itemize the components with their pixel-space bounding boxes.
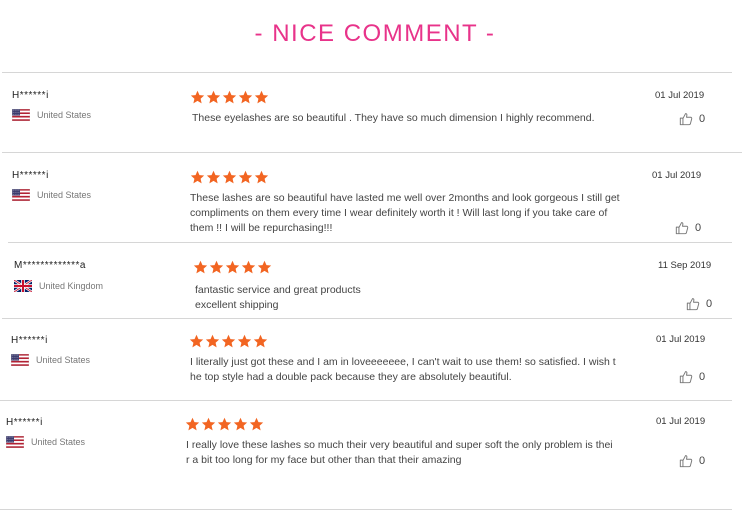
like-button[interactable]: 0 bbox=[679, 112, 705, 126]
reviewer-name: M*************a bbox=[14, 260, 86, 271]
star-rating bbox=[190, 90, 269, 105]
star-icon bbox=[201, 417, 216, 431]
like-count: 0 bbox=[695, 222, 702, 234]
reviewer-name: H******i bbox=[6, 417, 43, 428]
us-flag-icon bbox=[11, 354, 29, 366]
thumbs-up-icon bbox=[675, 222, 689, 235]
review-item: H******i United States These lashes are … bbox=[2, 152, 742, 243]
reviewer-country: United States bbox=[31, 437, 86, 447]
star-icon bbox=[233, 417, 248, 431]
thumbs-up-icon bbox=[679, 455, 693, 468]
star-rating bbox=[190, 170, 269, 185]
thumbs-up-icon bbox=[679, 113, 693, 126]
review-item: H******i United States These eyelashes a… bbox=[2, 72, 732, 153]
like-count: 0 bbox=[699, 371, 706, 383]
review-text: fantastic service and great products exc… bbox=[195, 284, 361, 311]
star-rating bbox=[189, 334, 268, 349]
review-date: 11 Sep 2019 bbox=[658, 260, 712, 271]
star-icon bbox=[241, 260, 256, 274]
star-icon bbox=[237, 334, 252, 348]
like-count: 0 bbox=[699, 455, 706, 467]
star-icon bbox=[253, 334, 268, 348]
reviewer-country: United States bbox=[37, 110, 92, 120]
section-title: - NICE COMMENT - bbox=[254, 20, 496, 47]
star-icon bbox=[225, 260, 240, 274]
thumbs-up-icon bbox=[686, 298, 700, 311]
thumbs-up-icon bbox=[679, 371, 693, 384]
review-date: 01 Jul 2019 bbox=[652, 170, 702, 181]
star-icon bbox=[209, 260, 224, 274]
star-icon bbox=[190, 90, 205, 104]
us-flag-icon bbox=[12, 189, 30, 201]
review-text: These eyelashes are so beautiful . They … bbox=[192, 112, 595, 124]
reviewer-country: United States bbox=[37, 190, 92, 200]
like-count: 0 bbox=[699, 113, 706, 125]
star-icon bbox=[205, 334, 220, 348]
reviewer-country: United Kingdom bbox=[39, 281, 104, 291]
star-rating bbox=[193, 260, 272, 275]
star-icon bbox=[193, 260, 208, 274]
review-text: These lashes are so beautiful have laste… bbox=[190, 192, 620, 234]
star-icon bbox=[249, 417, 264, 431]
like-button[interactable]: 0 bbox=[686, 297, 712, 311]
uk-flag-icon bbox=[14, 280, 32, 292]
like-button[interactable]: 0 bbox=[679, 370, 705, 384]
star-icon bbox=[222, 90, 237, 104]
review-item: M*************a United Kingdom fantastic… bbox=[8, 242, 732, 319]
like-button[interactable]: 0 bbox=[675, 221, 701, 235]
star-icon bbox=[217, 417, 232, 431]
star-icon bbox=[185, 417, 200, 431]
star-rating bbox=[185, 417, 264, 432]
star-icon bbox=[189, 334, 204, 348]
star-icon bbox=[206, 90, 221, 104]
review-item: H******i United States I really love the… bbox=[0, 400, 732, 510]
us-flag-icon bbox=[6, 436, 24, 448]
us-flag-icon bbox=[12, 109, 30, 121]
star-icon bbox=[238, 170, 253, 184]
star-icon bbox=[257, 260, 272, 274]
review-text: I literally just got these and I am in l… bbox=[190, 356, 616, 383]
like-button[interactable]: 0 bbox=[679, 454, 705, 468]
star-icon bbox=[254, 90, 269, 104]
review-item: H******i United States I literally just … bbox=[2, 318, 732, 401]
reviewer-name: H******i bbox=[12, 170, 49, 181]
star-icon bbox=[206, 170, 221, 184]
reviewer-name: H******i bbox=[11, 335, 48, 346]
review-date: 01 Jul 2019 bbox=[656, 334, 706, 345]
like-count: 0 bbox=[706, 298, 713, 310]
star-icon bbox=[190, 170, 205, 184]
star-icon bbox=[238, 90, 253, 104]
reviewer-country: United States bbox=[36, 355, 91, 365]
review-date: 01 Jul 2019 bbox=[655, 90, 705, 101]
star-icon bbox=[221, 334, 236, 348]
review-text: I really love these lashes so much their… bbox=[186, 439, 613, 466]
star-icon bbox=[222, 170, 237, 184]
review-date: 01 Jul 2019 bbox=[656, 416, 706, 427]
star-icon bbox=[254, 170, 269, 184]
reviewer-name: H******i bbox=[12, 90, 49, 101]
